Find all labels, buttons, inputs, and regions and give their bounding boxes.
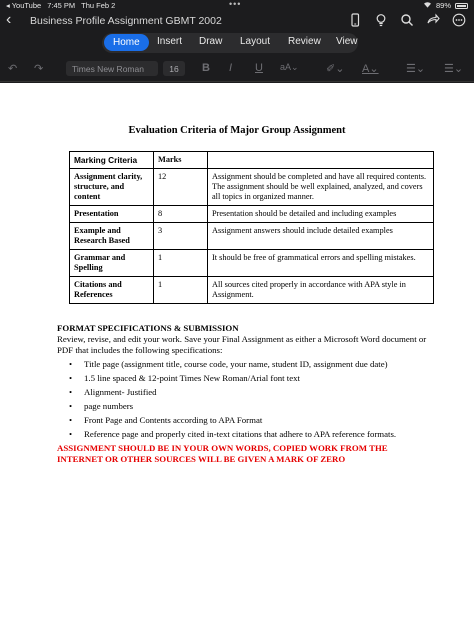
tab-view[interactable]: View	[336, 36, 358, 47]
numbered-list-icon[interactable]: ☰⌄	[444, 62, 463, 75]
formatting-toolbar: ↶ ↷ Times New Roman 16 B I U aA⌄ ✐⌄ A⌄ ☰…	[0, 56, 474, 82]
undo-icon[interactable]: ↶	[8, 62, 17, 75]
tab-draw[interactable]: Draw	[199, 36, 222, 47]
tab-review[interactable]: Review	[288, 36, 321, 47]
description-cell: All sources cited properly in accordance…	[207, 276, 434, 304]
table-row: Citations and References 1 All sources c…	[69, 276, 434, 304]
table-row: Example and Research Based 3 Assignment …	[69, 222, 434, 250]
warning-text: ASSIGNMENT SHOULD BE IN YOUR OWN WORDS, …	[57, 443, 388, 464]
phone-layout-icon[interactable]	[348, 13, 362, 32]
share-icon[interactable]	[426, 13, 440, 32]
tab-layout[interactable]: Layout	[240, 36, 270, 47]
marks-cell: 1	[153, 249, 208, 277]
underline-button[interactable]: U	[255, 62, 263, 74]
lightbulb-icon[interactable]	[374, 13, 388, 32]
font-size-field[interactable]: 16	[163, 61, 185, 76]
status-date: Thu Feb 2	[81, 1, 116, 10]
description-cell: It should be free of grammatical errors …	[207, 249, 434, 277]
document-heading: Evaluation Criteria of Major Group Assig…	[128, 125, 346, 136]
description-cell: Assignment answers should include detail…	[207, 222, 434, 250]
list-item: Reference page and properly cited in-tex…	[57, 429, 427, 440]
status-bar: ◂ YouTube 7:45 PM Thu Feb 2 ••• 89%	[0, 0, 474, 10]
table-header-row: Marking Criteria Marks	[69, 151, 434, 169]
back-chevron-icon[interactable]: ‹	[6, 12, 11, 28]
tab-home[interactable]: Home	[104, 34, 149, 51]
redo-icon[interactable]: ↷	[34, 62, 43, 75]
description-cell: Assignment should be completed and have …	[207, 168, 434, 206]
table-header-description	[207, 151, 434, 169]
table-header-marks: Marks	[153, 151, 208, 169]
criteria-cell: Example and Research Based	[69, 222, 154, 250]
multitask-dots-icon[interactable]: •••	[229, 0, 241, 9]
carrier-label[interactable]: ◂ YouTube	[6, 1, 41, 10]
document-page[interactable]: Evaluation Criteria of Major Group Assig…	[0, 83, 474, 632]
italic-button[interactable]: I	[229, 62, 232, 74]
highlighter-icon[interactable]: ✐⌄	[326, 62, 344, 75]
specification-list: Title page (assignment title, course cod…	[57, 359, 427, 440]
table-header-criteria: Marking Criteria	[69, 151, 154, 169]
table-row: Presentation 8 Presentation should be de…	[69, 205, 434, 223]
format-section: FORMAT SPECIFICATIONS & SUBMISSION Revie…	[57, 323, 427, 465]
format-intro: Review, revise, and edit your work. Save…	[57, 334, 427, 355]
marks-cell: 1	[153, 276, 208, 304]
criteria-cell: Assignment clarity, structure, and conte…	[69, 168, 154, 206]
more-icon[interactable]	[452, 13, 466, 32]
status-time: 7:45 PM	[47, 1, 76, 10]
battery-percent: 89%	[435, 1, 451, 10]
criteria-table: Marking Criteria Marks Assignment clarit…	[69, 151, 434, 304]
font-color-icon[interactable]: A⌄	[362, 62, 379, 75]
ribbon-tabs: Home Insert Draw Layout Review View	[0, 32, 474, 54]
list-item: page numbers	[57, 401, 427, 412]
criteria-cell: Grammar and Spelling	[69, 249, 154, 277]
description-cell: Presentation should be detailed and incl…	[207, 205, 434, 223]
list-item: Front Page and Contents according to APA…	[57, 415, 427, 426]
bullet-list-icon[interactable]: ☰⌄	[406, 62, 425, 75]
list-item: Title page (assignment title, course cod…	[57, 359, 427, 370]
table-row: Assignment clarity, structure, and conte…	[69, 168, 434, 206]
format-heading: FORMAT SPECIFICATIONS & SUBMISSION	[57, 323, 239, 333]
search-icon[interactable]	[400, 13, 414, 32]
criteria-cell: Presentation	[69, 205, 154, 223]
criteria-cell: Citations and References	[69, 276, 154, 304]
document-title: Business Profile Assignment GBMT 2002	[30, 15, 222, 27]
marks-cell: 3	[153, 222, 208, 250]
table-row: Grammar and Spelling 1 It should be free…	[69, 249, 434, 277]
list-item: Alignment- Justified	[57, 387, 427, 398]
list-item: 1.5 line spaced & 12-point Times New Rom…	[57, 373, 427, 384]
tab-insert[interactable]: Insert	[157, 36, 182, 47]
title-bar: ‹ Business Profile Assignment GBMT 2002	[0, 10, 474, 32]
battery-icon	[455, 2, 468, 9]
font-name-field[interactable]: Times New Roman	[66, 61, 158, 76]
bold-button[interactable]: B	[202, 62, 210, 74]
wifi-icon	[423, 1, 432, 10]
text-style-icon[interactable]: aA⌄	[280, 62, 299, 73]
marks-cell: 12	[153, 168, 208, 206]
marks-cell: 8	[153, 205, 208, 223]
